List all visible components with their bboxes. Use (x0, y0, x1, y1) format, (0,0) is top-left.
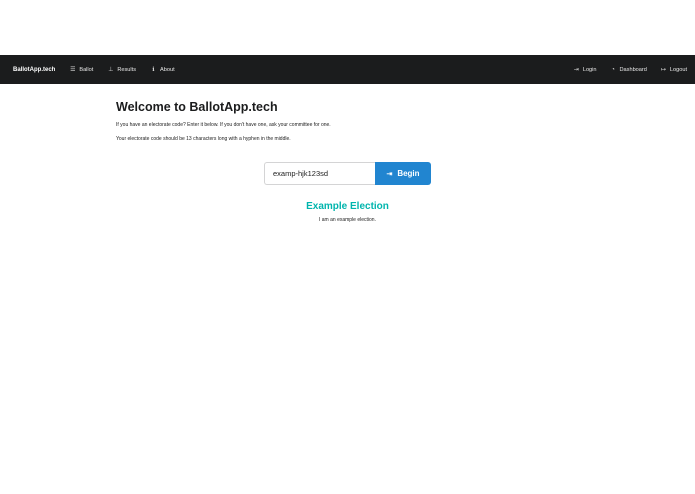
brand-link[interactable]: BallotApp.tech (13, 67, 55, 73)
election-card: Example Election I am an example electio… (0, 201, 695, 223)
navbar-left: BallotApp.tech ☰ Ballot ⊥ Results ℹ Abou… (13, 55, 189, 84)
begin-button-label: Begin (397, 169, 420, 178)
nav-item-dashboard[interactable]: ◔ Dashboard (610, 66, 647, 73)
list-icon: ☰ (70, 67, 76, 73)
dashboard-icon: ◔ (611, 66, 615, 73)
nav-item-label: Login (582, 66, 597, 73)
code-format-hint: Your electorate code should be 13 charac… (116, 136, 291, 142)
electorate-code-input[interactable] (264, 162, 375, 185)
page-title: Welcome to BallotApp.tech (116, 100, 278, 114)
nav-item-logout[interactable]: ↦ Logout (660, 66, 687, 74)
navbar-right: ⇥ Login ◔ Dashboard ↦ Logout (560, 55, 687, 84)
intro-text: If you have an electorate code? Enter it… (116, 122, 331, 128)
begin-button[interactable]: ⇥ Begin (375, 162, 431, 185)
info-icon: ℹ (152, 67, 155, 73)
sitemap-icon: ⊥ (108, 67, 114, 73)
nav-item-login[interactable]: ⇥ Login (573, 66, 597, 74)
electorate-code-form: ⇥ Begin (264, 162, 431, 185)
nav-item-label: Dashboard (619, 66, 647, 73)
sign-out-icon: ↦ (660, 67, 666, 73)
nav-item-label: Ballot (79, 66, 94, 73)
nav-item-label: Results (117, 66, 136, 73)
nav-item-about[interactable]: ℹ About (150, 66, 175, 74)
sign-in-icon: ⇥ (573, 67, 579, 73)
sign-in-icon: ⇥ (386, 170, 393, 178)
election-title[interactable]: Example Election (0, 201, 695, 212)
nav-item-results[interactable]: ⊥ Results (107, 66, 136, 74)
election-description: I am an example election. (319, 217, 376, 223)
nav-item-ballot[interactable]: ☰ Ballot (69, 66, 94, 74)
top-navbar: BallotApp.tech ☰ Ballot ⊥ Results ℹ Abou… (0, 55, 695, 84)
main-content: Welcome to BallotApp.tech If you have an… (116, 100, 579, 150)
nav-item-label: Logout (669, 66, 687, 73)
nav-item-label: About (160, 66, 175, 73)
